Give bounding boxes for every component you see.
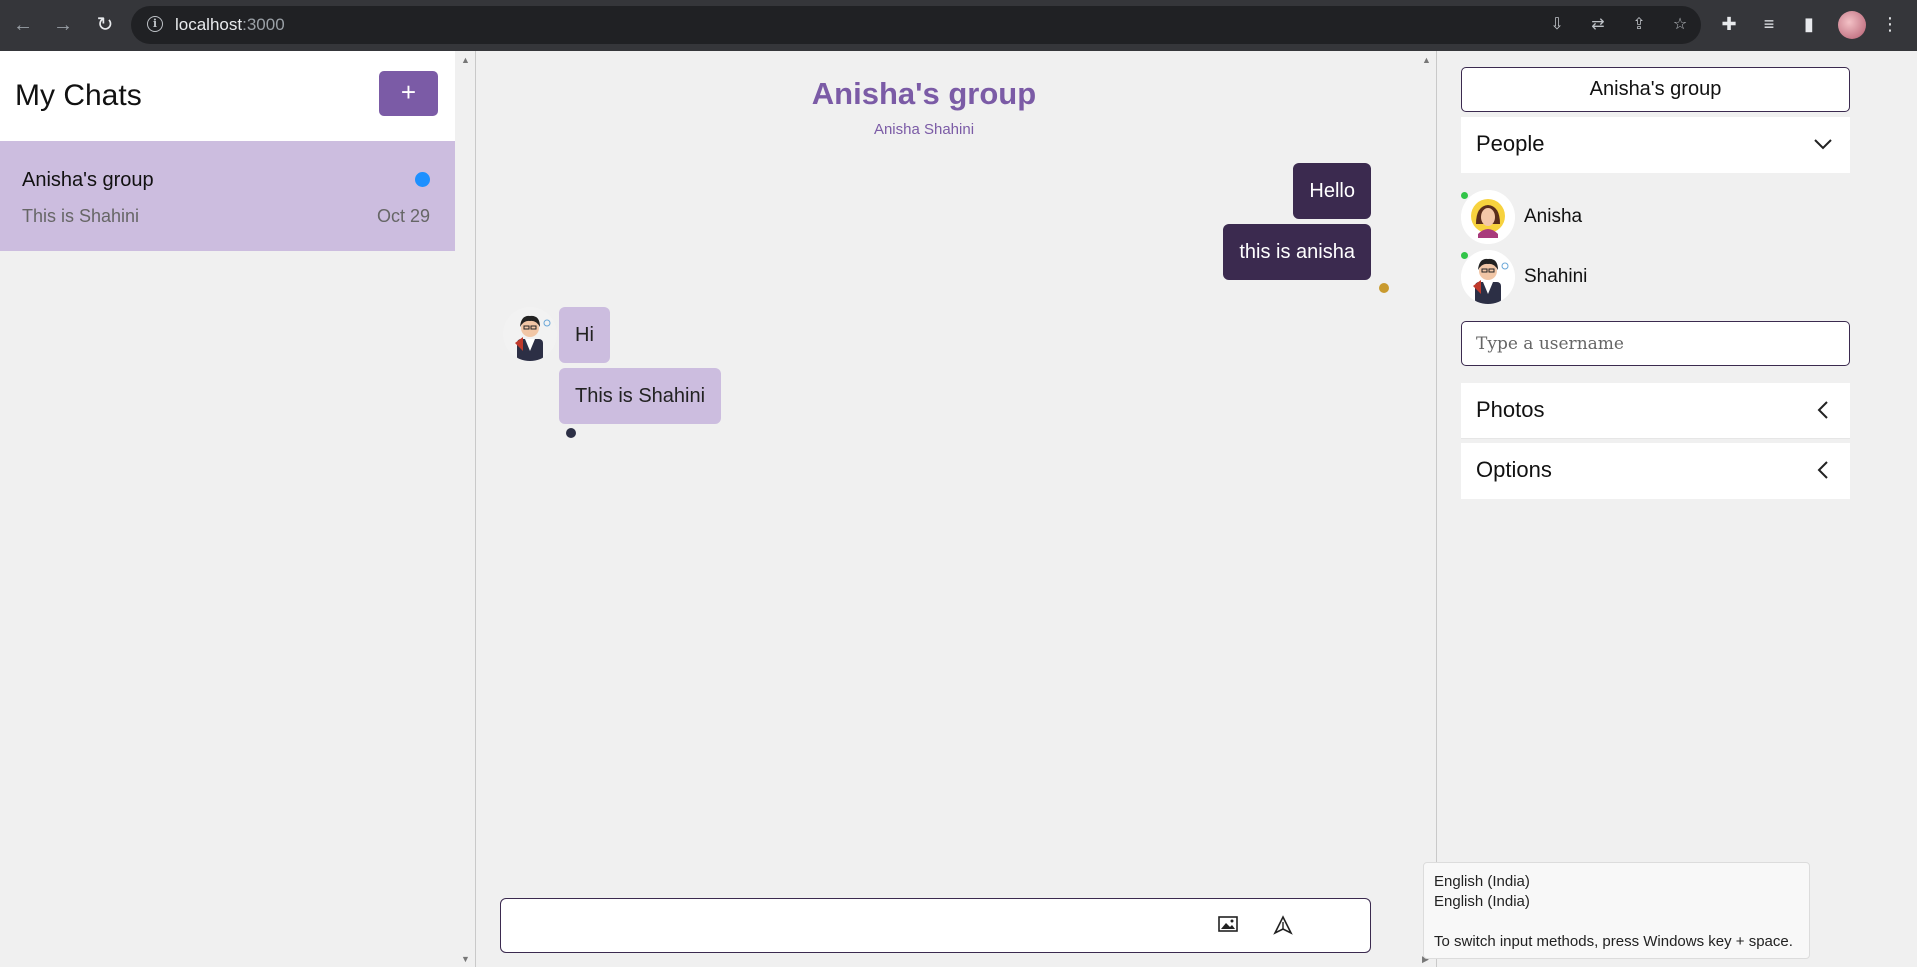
image-upload-icon[interactable]	[1217, 915, 1239, 937]
chat-list-panel: My Chats + Anisha's group This is Shahin…	[0, 51, 455, 967]
chat-list-scrollbar[interactable]: ▲ ▼	[456, 51, 476, 967]
person-name: Anisha	[1524, 206, 1583, 227]
page-title: My Chats	[15, 79, 142, 112]
chevron-left-icon	[1817, 401, 1828, 419]
send-icon[interactable]	[1272, 915, 1294, 937]
translate-icon[interactable]: ⇄	[1588, 16, 1608, 34]
person-avatar	[1461, 250, 1515, 304]
chat-feed-scrollbar[interactable]: ▲ ▶	[1417, 51, 1437, 967]
profile-avatar[interactable]	[1838, 11, 1866, 39]
person-row[interactable]: Anisha	[1461, 190, 1850, 246]
sidepanel-icon[interactable]: ▮	[1798, 13, 1820, 35]
chat-card[interactable]: Anisha's group This is Shahini Oct 29	[0, 141, 455, 251]
message-bubble[interactable]: this is anisha	[1223, 224, 1371, 280]
person-row[interactable]: Shahini	[1461, 250, 1850, 306]
forward-icon[interactable]: →	[50, 12, 76, 38]
chevron-left-icon	[1817, 461, 1828, 479]
person-name: Shahini	[1524, 266, 1588, 287]
chat-card-date: Oct 29	[376, 206, 430, 226]
scroll-up-icon[interactable]: ▲	[1422, 55, 1431, 65]
url-text[interactable]: localhost:3000	[175, 15, 285, 35]
people-label: People	[1476, 131, 1545, 156]
chat-card-title: Anisha's group	[22, 169, 154, 191]
install-icon[interactable]: ⇩	[1547, 16, 1567, 34]
chat-subtitle: Anisha Shahini	[873, 121, 975, 138]
ime-language: English (India)	[1434, 873, 1530, 890]
new-chat-button[interactable]: +	[379, 71, 438, 116]
extensions-icon[interactable]: ✚	[1718, 13, 1740, 35]
message-bubble[interactable]: This is Shahini	[559, 368, 722, 424]
people-section-header[interactable]: People	[1461, 117, 1850, 173]
message-bubble[interactable]: Hi	[559, 307, 610, 363]
read-receipt-avatar	[566, 428, 576, 438]
message-bubble[interactable]: Hello	[1293, 163, 1371, 219]
username-input[interactable]	[1461, 321, 1850, 366]
read-receipt-avatar	[1379, 283, 1389, 293]
address-bar[interactable]: i localhost:3000 ⇩ ⇄ ⇪ ☆	[131, 6, 1701, 44]
settings-chat-title[interactable]: Anisha's group	[1461, 67, 1850, 112]
message-input[interactable]	[511, 907, 1191, 945]
online-indicator	[1461, 192, 1468, 199]
chat-feed: Anisha's group Anisha Shahini Hello this…	[477, 51, 1437, 967]
chat-title: Anisha's group	[811, 76, 1037, 111]
chat-settings-panel: Anisha's group People Anisha Shahini Typ…	[1438, 51, 1917, 967]
online-indicator	[1461, 252, 1468, 259]
message-composer	[500, 898, 1371, 953]
photos-section-header[interactable]: Photos	[1461, 383, 1850, 439]
ime-keyboard: English (India)	[1434, 893, 1530, 910]
back-icon[interactable]: ←	[10, 12, 36, 38]
share-icon[interactable]: ⇪	[1629, 16, 1649, 34]
chevron-down-icon	[1814, 139, 1832, 150]
options-section-header[interactable]: Options	[1461, 443, 1850, 499]
input-method-tooltip: English (India) English (India) To switc…	[1423, 862, 1810, 959]
person-avatar	[1461, 190, 1515, 244]
photos-label: Photos	[1476, 397, 1545, 422]
bookmark-star-icon[interactable]: ☆	[1670, 16, 1690, 34]
menu-icon[interactable]: ⋮	[1879, 13, 1901, 35]
scroll-down-icon[interactable]: ▼	[461, 954, 470, 964]
browser-toolbar: ← → ↻ i localhost:3000 ⇩ ⇄ ⇪ ☆ ✚ ≡ ▮ ⋮	[0, 0, 1917, 51]
scroll-up-icon[interactable]: ▲	[461, 55, 470, 65]
info-icon[interactable]: i	[147, 16, 163, 32]
chat-list-header: My Chats +	[0, 51, 455, 141]
reload-icon[interactable]: ↻	[92, 12, 118, 38]
chat-card-preview: This is Shahini	[22, 206, 140, 226]
sender-avatar	[503, 307, 557, 361]
unread-dot	[415, 172, 430, 187]
media-icon[interactable]: ≡	[1758, 13, 1780, 35]
options-label: Options	[1476, 457, 1552, 482]
ime-hint: To switch input methods, press Windows k…	[1434, 933, 1793, 950]
